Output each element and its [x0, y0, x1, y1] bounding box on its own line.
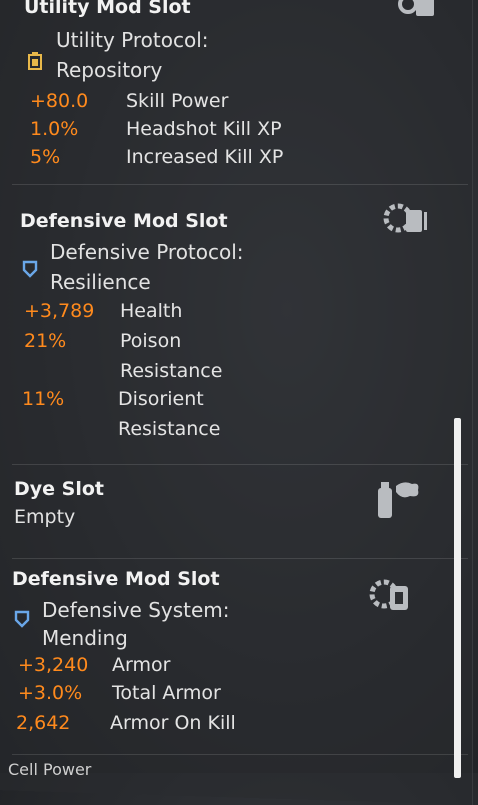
slot-title: Utility Mod Slot — [24, 0, 191, 18]
protocol-name-line2: Resilience — [50, 270, 151, 294]
stat-name: Health — [120, 300, 183, 322]
stat-value: 11% — [22, 388, 65, 410]
stat-value: 21% — [24, 330, 67, 352]
protocol-name-line2: Repository — [56, 58, 163, 82]
stat-name: Armor — [112, 654, 171, 676]
stat-value: +3.0% — [18, 682, 83, 704]
protocol-name-line1: Defensive Protocol: — [50, 240, 244, 264]
protocol-name-line1: Defensive System: — [42, 598, 230, 622]
defensive-mod-slot[interactable]: Defensive Mod Slot Defensive Protocol: R… — [12, 184, 468, 465]
stat-name: Headshot Kill XP — [126, 118, 282, 140]
stat-name: Armor On Kill — [110, 712, 236, 734]
defensive-system-mod-slot[interactable]: Defensive Mod Slot Defensive System: Men… — [12, 558, 468, 755]
stat-name: Poison — [120, 330, 182, 352]
stat-name-continued: Resistance — [118, 418, 221, 440]
dye-slot[interactable]: Dye Slot Empty — [12, 464, 468, 559]
utility-protocol-icon — [28, 52, 42, 70]
slot-title: Defensive Mod Slot — [12, 568, 220, 590]
slot-status: Empty — [14, 506, 76, 528]
stat-value: 1.0% — [30, 118, 79, 140]
slot-title: Defensive Mod Slot — [20, 210, 228, 232]
stat-value: 5% — [30, 146, 61, 168]
stat-name: Increased Kill XP — [126, 146, 284, 168]
dye-spray-icon — [374, 478, 419, 518]
slot-title: Dye Slot — [14, 478, 104, 500]
defensive-system-icon — [14, 610, 30, 628]
stat-name: Total Armor — [112, 682, 221, 704]
stat-value: +3,789 — [24, 300, 95, 322]
stat-name: Disorient — [118, 388, 204, 410]
stat-value: 2,642 — [16, 712, 71, 734]
protocol-name-line1: Utility Protocol: — [56, 28, 209, 52]
stat-name-continued: Resistance — [120, 360, 223, 382]
utility-mod-slot[interactable]: Utility Mod Slot Utility Protocol: Repos… — [12, 0, 468, 185]
protocol-name-line2: Mending — [42, 626, 128, 650]
defensive-protocol-icon — [22, 260, 38, 278]
stat-name: Skill Power — [126, 90, 229, 112]
scrollbar-thumb[interactable] — [454, 418, 461, 778]
stat-value: +80.0 — [30, 90, 89, 112]
defensive-system-mod-icon — [368, 576, 412, 612]
stat-value: +3,240 — [18, 654, 89, 676]
defensive-mod-icon — [382, 200, 427, 236]
next-section-partial: Cell Power — [8, 760, 92, 779]
utility-mod-icon — [396, 0, 440, 30]
